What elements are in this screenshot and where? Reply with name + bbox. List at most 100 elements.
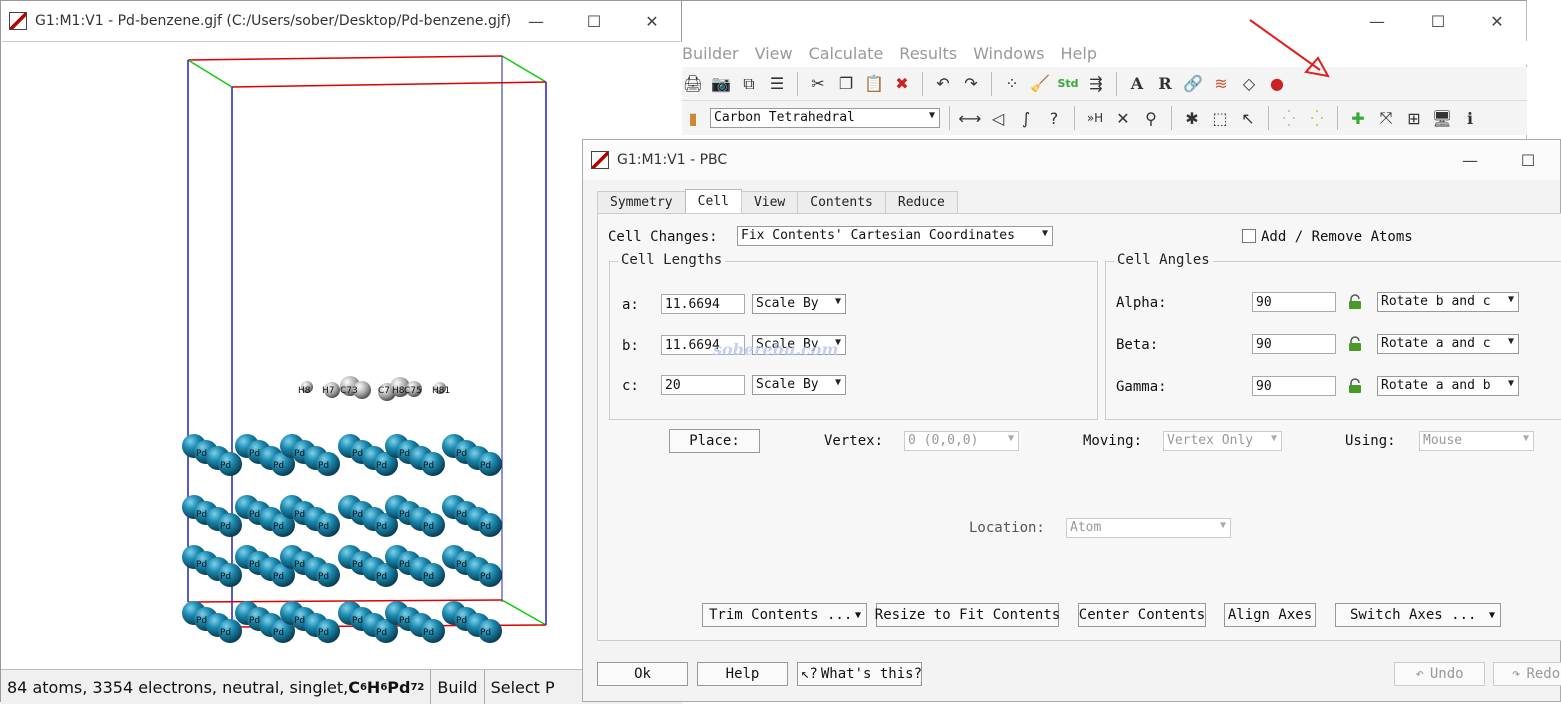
pbc-minimize-icon[interactable]: —: [1441, 140, 1499, 180]
status-build-mode[interactable]: Build: [431, 670, 485, 704]
layers-icon[interactable]: ≋: [1210, 73, 1232, 95]
select-pointer-icon[interactable]: ↖: [1237, 107, 1259, 129]
vertex-select[interactable]: 0 (0,0,0) ▼: [904, 431, 1019, 451]
pd-atom-label: Pd: [220, 522, 231, 532]
status-bar: 84 atoms, 3354 electrons, neutral, singl…: [1, 669, 683, 704]
menu-calculate[interactable]: Calculate: [809, 44, 884, 63]
paste-icon[interactable]: 📋: [863, 73, 885, 95]
length-c-input[interactable]: [661, 375, 745, 395]
bond-angle-icon[interactable]: ◁: [987, 107, 1009, 129]
moving-select[interactable]: Vertex Only ▼: [1163, 431, 1282, 451]
text-a-icon[interactable]: A: [1126, 73, 1148, 95]
help-button[interactable]: Help: [697, 662, 788, 686]
viewer-titlebar[interactable]: G1:M1:V1 - Pd-benzene.gjf (C:/Users/sobe…: [1, 1, 681, 41]
explode-icon[interactable]: ⤧: [1375, 107, 1397, 129]
list-icon[interactable]: ☰: [766, 73, 788, 95]
beta-lock-icon[interactable]: [1347, 336, 1363, 352]
trim-contents-button[interactable]: Trim Contents ... ▼: [702, 603, 867, 627]
display-icon[interactable]: 🖥: [1431, 107, 1453, 129]
alpha-lock-icon[interactable]: [1347, 294, 1363, 310]
element-book-icon[interactable]: ▮: [682, 107, 704, 129]
main-minimize-icon[interactable]: —: [1348, 1, 1406, 41]
vertex-label: Vertex:: [824, 433, 884, 449]
inquire-icon[interactable]: ?: [1043, 107, 1065, 129]
gamma-input[interactable]: [1252, 376, 1336, 396]
atom-type-select[interactable]: Carbon Tetrahedral ▼: [710, 108, 940, 128]
menu-windows[interactable]: Windows: [973, 44, 1044, 63]
menu-results[interactable]: Results: [899, 44, 957, 63]
symmetrize-icon[interactable]: ⁘: [1001, 73, 1023, 95]
save-image-icon[interactable]: 📷: [710, 73, 732, 95]
copy-icon[interactable]: ❐: [835, 73, 857, 95]
dihedral-icon[interactable]: ∫: [1015, 107, 1037, 129]
link-icon[interactable]: 🔗: [1182, 73, 1204, 95]
location-select[interactable]: Atom ▼: [1066, 518, 1231, 538]
invert-icon[interactable]: ⚲: [1140, 107, 1162, 129]
whats-this-button[interactable]: ↖? What's this?: [797, 662, 922, 686]
beta-mode-select[interactable]: Rotate a and c ▼: [1377, 334, 1519, 354]
menu-builder[interactable]: Builder: [682, 44, 739, 63]
gaussview-app-icon: [9, 12, 27, 30]
tab-reduce[interactable]: Reduce: [884, 191, 958, 213]
redo-button[interactable]: ↷ Redo: [1493, 662, 1561, 686]
resize-to-fit-button[interactable]: Resize to Fit Contents: [875, 603, 1060, 627]
alpha-mode-select[interactable]: Rotate b and c ▼: [1377, 292, 1519, 312]
gamma-lock-icon[interactable]: [1347, 378, 1363, 394]
undo-icon[interactable]: ↶: [932, 73, 954, 95]
menu-view[interactable]: View: [755, 44, 793, 63]
length-a-input[interactable]: [661, 294, 745, 314]
pbc-titlebar[interactable]: G1:M1:V1 - PBC — ☐: [583, 140, 1560, 180]
delete-atom-icon[interactable]: ✕: [1112, 107, 1134, 129]
add-fragment-icon[interactable]: ✚: [1347, 107, 1369, 129]
benzene-molecule: H8 H7 C73 C7 H8 C75 H81: [298, 376, 450, 401]
undo-button[interactable]: ↶ Undo: [1394, 662, 1485, 686]
pbc-maximize-icon[interactable]: ☐: [1499, 140, 1557, 180]
select-box-icon[interactable]: ⬚: [1209, 107, 1231, 129]
info-icon[interactable]: ℹ: [1459, 107, 1481, 129]
close-icon[interactable]: ✕: [623, 1, 681, 41]
print-icon[interactable]: 🖨: [682, 73, 704, 95]
text-r-icon[interactable]: R: [1154, 73, 1176, 95]
cell-changes-select[interactable]: Fix Contents' Cartesian Coordinates ▼: [737, 226, 1053, 246]
select-atoms-icon[interactable]: ⁛: [1278, 107, 1300, 129]
gamma-mode-select[interactable]: Rotate a and b ▼: [1377, 376, 1519, 396]
tab-cell[interactable]: Cell: [684, 189, 742, 213]
standard-orientation-icon[interactable]: Std: [1057, 73, 1079, 95]
tab-symmetry[interactable]: Symmetry: [597, 191, 686, 213]
align-axes-button[interactable]: Align Axes: [1224, 603, 1316, 627]
main-maximize-icon[interactable]: ☐: [1409, 1, 1467, 41]
delete-icon[interactable]: ✖: [891, 73, 913, 95]
beta-input[interactable]: [1252, 334, 1336, 354]
length-a-mode-select[interactable]: Scale By ▼: [752, 294, 846, 314]
tab-contents[interactable]: Contents: [797, 191, 886, 213]
select-star-icon[interactable]: ✱: [1181, 107, 1203, 129]
menu-help[interactable]: Help: [1061, 44, 1097, 63]
add-remove-atoms-checkbox[interactable]: [1242, 229, 1256, 243]
center-contents-button[interactable]: Center Contents: [1078, 603, 1206, 627]
minimize-icon[interactable]: —: [507, 1, 565, 41]
place-button[interactable]: Place:: [669, 429, 760, 453]
redo-icon[interactable]: ↷: [960, 73, 982, 95]
ok-button[interactable]: Ok: [597, 662, 688, 686]
pd-atom-label: Pd: [318, 572, 329, 582]
bond-length-icon[interactable]: ⟷: [959, 107, 982, 129]
alpha-input[interactable]: [1252, 292, 1336, 312]
molecule-viewport[interactable]: Pd Pd Pd Pd Pd Pd Pd Pd Pd Pd Pd Pd Pd Pd Pd Pd Pd Pd Pd Pd…: [2, 41, 682, 670]
windows-icon[interactable]: ⧉: [738, 73, 760, 95]
tab-view[interactable]: View: [740, 191, 799, 213]
toolbar-row-2: ▮ Carbon Tetrahedral ▼ ⟷ ◁ ∫ ? »H ✕ ⚲ ✱ ⬚…: [682, 101, 1527, 135]
add-hydrogen-icon[interactable]: »H: [1084, 107, 1106, 129]
clean-broom-icon[interactable]: 🧹: [1029, 73, 1051, 95]
align-icon[interactable]: ⇶: [1085, 73, 1107, 95]
cut-icon[interactable]: ✂: [807, 73, 829, 95]
switch-axes-button[interactable]: Switch Axes ... ▼: [1335, 603, 1501, 627]
pd-atom-label: Pd: [318, 522, 329, 532]
main-close-icon[interactable]: ✕: [1468, 1, 1526, 41]
layout-icon[interactable]: ⊞: [1403, 107, 1425, 129]
status-select-mode[interactable]: Select P: [485, 670, 561, 704]
chevron-down-icon: ▼: [1007, 433, 1014, 444]
select-all-icon[interactable]: ⁛: [1306, 107, 1328, 129]
using-select[interactable]: Mouse ▼: [1419, 431, 1534, 451]
maximize-icon[interactable]: ☐: [565, 1, 623, 41]
length-c-mode-select[interactable]: Scale By ▼: [752, 375, 846, 395]
